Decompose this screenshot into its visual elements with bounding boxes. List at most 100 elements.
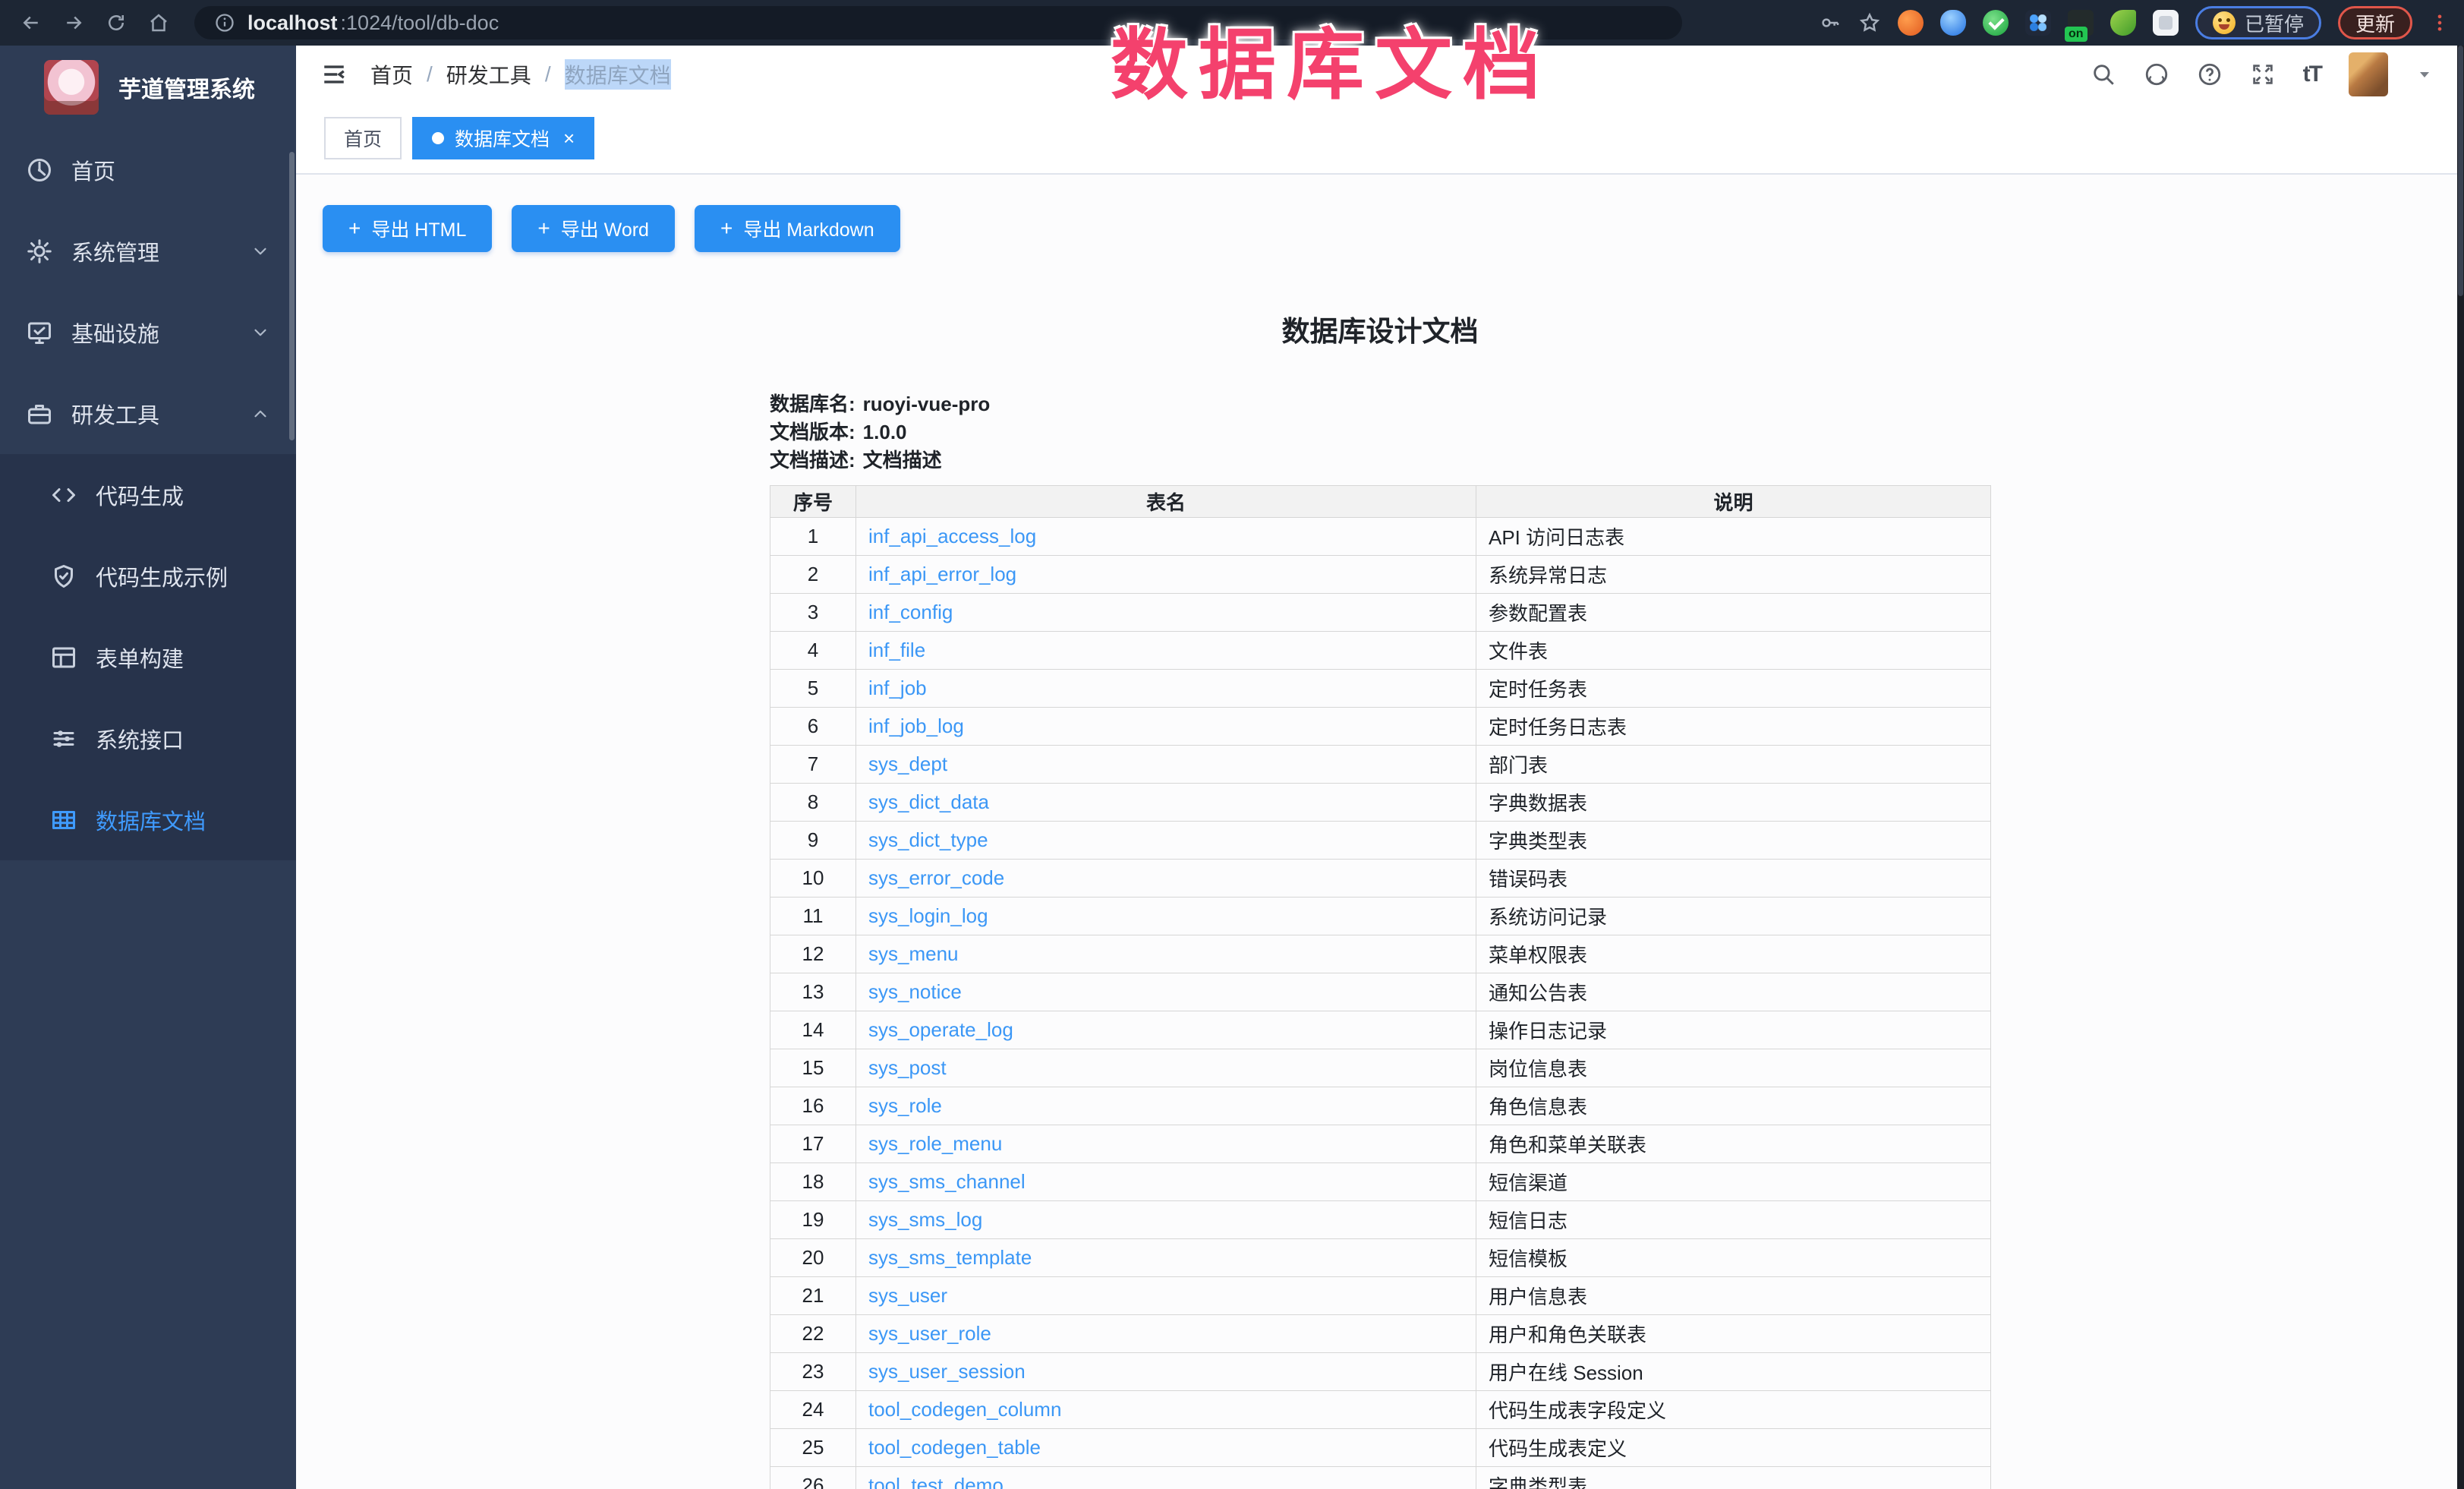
table-row: 1inf_api_access_logAPI 访问日志表 xyxy=(770,518,1991,556)
table-desc-cell: 角色和菜单关联表 xyxy=(1476,1125,1991,1163)
table-row: 9sys_dict_type字典类型表 xyxy=(770,822,1991,860)
browser-menu-icon[interactable] xyxy=(2429,12,2450,33)
url-bar[interactable]: localhost :1024/tool/db-doc xyxy=(194,6,1682,39)
paused-label: 已暂停 xyxy=(2245,9,2304,37)
table-name-link[interactable]: sys_menu xyxy=(868,942,959,965)
breadcrumb-item-数据库文档[interactable]: 数据库文档 xyxy=(565,59,671,90)
user-avatar[interactable] xyxy=(2349,52,2388,96)
table-name-link[interactable]: inf_file xyxy=(868,639,925,661)
forward-icon[interactable] xyxy=(56,5,91,40)
extension-icon-green-check[interactable] xyxy=(1983,10,2009,36)
meta-value: 文档描述 xyxy=(863,449,942,472)
export-button-1[interactable]: +导出 HTML xyxy=(323,205,492,252)
sidebar-scrollbar[interactable] xyxy=(289,152,295,440)
tab-label: 首页 xyxy=(344,125,382,152)
table-name-link[interactable]: sys_post xyxy=(868,1056,947,1079)
sidebar-item-系统管理[interactable]: 系统管理 xyxy=(0,210,296,292)
table-name-link[interactable]: sys_notice xyxy=(868,980,962,1003)
table-name-link[interactable]: tool_codegen_column xyxy=(868,1398,1061,1421)
table-name-link[interactable]: sys_error_code xyxy=(868,866,1004,889)
chevron-down-icon[interactable] xyxy=(2415,65,2434,84)
table-name-link[interactable]: tool_codegen_table xyxy=(868,1436,1041,1459)
table-name-link[interactable]: sys_sms_channel xyxy=(868,1170,1026,1193)
table-name-link[interactable]: inf_job xyxy=(868,677,927,699)
collapse-sidebar-icon[interactable] xyxy=(319,59,349,90)
home-icon[interactable] xyxy=(141,5,176,40)
extension-icon-dark[interactable]: on xyxy=(2068,10,2094,36)
site-info-icon[interactable] xyxy=(214,12,235,33)
table-name-link[interactable]: inf_api_access_log xyxy=(868,525,1036,547)
table-name-link[interactable]: sys_login_log xyxy=(868,904,988,927)
row-index-cell: 6 xyxy=(770,708,856,746)
table-name-link[interactable]: sys_role_menu xyxy=(868,1132,1002,1155)
table-row: 5inf_job定时任务表 xyxy=(770,670,1991,708)
plus-icon: + xyxy=(720,216,733,241)
table-name-link[interactable]: sys_operate_log xyxy=(868,1018,1013,1041)
extension-icon-blue[interactable] xyxy=(1940,10,1966,36)
sidebar-item-研发工具[interactable]: 研发工具 xyxy=(0,373,296,454)
help-icon[interactable] xyxy=(2197,62,2223,87)
export-button-2[interactable]: +导出 Word xyxy=(512,205,675,252)
reload-icon[interactable] xyxy=(99,5,134,40)
table-name-cell: inf_api_error_log xyxy=(856,556,1476,594)
table-name-link[interactable]: sys_user_role xyxy=(868,1322,991,1345)
table-name-link[interactable]: sys_sms_template xyxy=(868,1246,1032,1269)
sidebar-subitem-代码生成示例[interactable]: 代码生成示例 xyxy=(0,535,296,617)
browser-update-button[interactable]: 更新 xyxy=(2338,6,2412,39)
sidebar-subitem-表单构建[interactable]: 表单构建 xyxy=(0,617,296,698)
table-name-link[interactable]: sys_user xyxy=(868,1284,947,1307)
extension-icon-puzzle[interactable] xyxy=(2153,10,2179,36)
extension-icon-grid[interactable] xyxy=(2025,10,2051,36)
sidebar-subitem-代码生成[interactable]: 代码生成 xyxy=(0,454,296,535)
extension-icon-leaf[interactable] xyxy=(2110,10,2136,36)
table-name-cell: sys_error_code xyxy=(856,860,1476,898)
font-size-icon[interactable]: tT xyxy=(2303,62,2321,87)
table-name-link[interactable]: sys_dict_data xyxy=(868,790,989,813)
row-index-cell: 24 xyxy=(770,1391,856,1429)
sidebar-subitem-数据库文档[interactable]: 数据库文档 xyxy=(0,779,296,860)
back-icon[interactable] xyxy=(14,5,49,40)
table-name-link[interactable]: sys_dept xyxy=(868,752,947,775)
meta-value: 1.0.0 xyxy=(863,421,907,443)
tab-数据库文档[interactable]: 数据库文档× xyxy=(412,117,594,159)
table-row: 17sys_role_menu角色和菜单关联表 xyxy=(770,1125,1991,1163)
row-index-cell: 25 xyxy=(770,1429,856,1467)
sidebar-subitem-label: 表单构建 xyxy=(96,642,184,674)
table-name-link[interactable]: inf_api_error_log xyxy=(868,563,1016,585)
table-name-link[interactable]: inf_config xyxy=(868,601,953,623)
sidebar-item-首页[interactable]: 首页 xyxy=(0,129,296,210)
table-name-cell: sys_user_role xyxy=(856,1315,1476,1353)
export-button-3[interactable]: + 导出 Markdown xyxy=(695,205,900,252)
table-name-cell: tool_codegen_column xyxy=(856,1391,1476,1429)
table-name-link[interactable]: sys_user_session xyxy=(868,1360,1026,1383)
row-index-cell: 20 xyxy=(770,1239,856,1277)
table-name-link[interactable]: sys_role xyxy=(868,1094,942,1117)
table-name-link[interactable]: sys_dict_type xyxy=(868,828,988,851)
profile-paused-badge[interactable]: 已暂停 xyxy=(2195,6,2321,39)
breadcrumb-item-首页[interactable]: 首页 xyxy=(370,59,413,90)
table-row: 23sys_user_session用户在线 Session xyxy=(770,1353,1991,1391)
key-icon[interactable] xyxy=(1819,11,1842,34)
breadcrumb-item-研发工具[interactable]: 研发工具 xyxy=(446,59,531,90)
table-name-link[interactable]: sys_sms_log xyxy=(868,1208,982,1231)
bookmark-star-icon[interactable] xyxy=(1858,11,1881,34)
tab-首页[interactable]: 首页 xyxy=(324,117,402,159)
table-row: 4inf_file文件表 xyxy=(770,632,1991,670)
page-scrollbar[interactable] xyxy=(2457,46,2464,1489)
search-icon[interactable] xyxy=(2091,62,2116,87)
close-tab-icon[interactable]: × xyxy=(563,128,575,148)
app-logo-row[interactable]: 芋道管理系统 xyxy=(0,46,296,129)
table-name-link[interactable]: inf_job_log xyxy=(868,715,964,737)
extension-on-badge: on xyxy=(2065,27,2087,42)
table-desc-cell: 用户信息表 xyxy=(1476,1277,1991,1315)
sidebar-subitem-系统接口[interactable]: 系统接口 xyxy=(0,698,296,779)
export-button-label: 导出 Markdown xyxy=(743,215,874,242)
table-name-link[interactable]: tool_test_demo xyxy=(868,1474,1004,1489)
row-index-cell: 10 xyxy=(770,860,856,898)
extension-icon-orange[interactable] xyxy=(1898,10,1924,36)
github-icon[interactable] xyxy=(2144,62,2169,87)
sidebar-item-基础设施[interactable]: 基础设施 xyxy=(0,292,296,373)
table-row: 24tool_codegen_column代码生成表字段定义 xyxy=(770,1391,1991,1429)
fullscreen-icon[interactable] xyxy=(2250,62,2276,87)
table-row: 16sys_role角色信息表 xyxy=(770,1087,1991,1125)
